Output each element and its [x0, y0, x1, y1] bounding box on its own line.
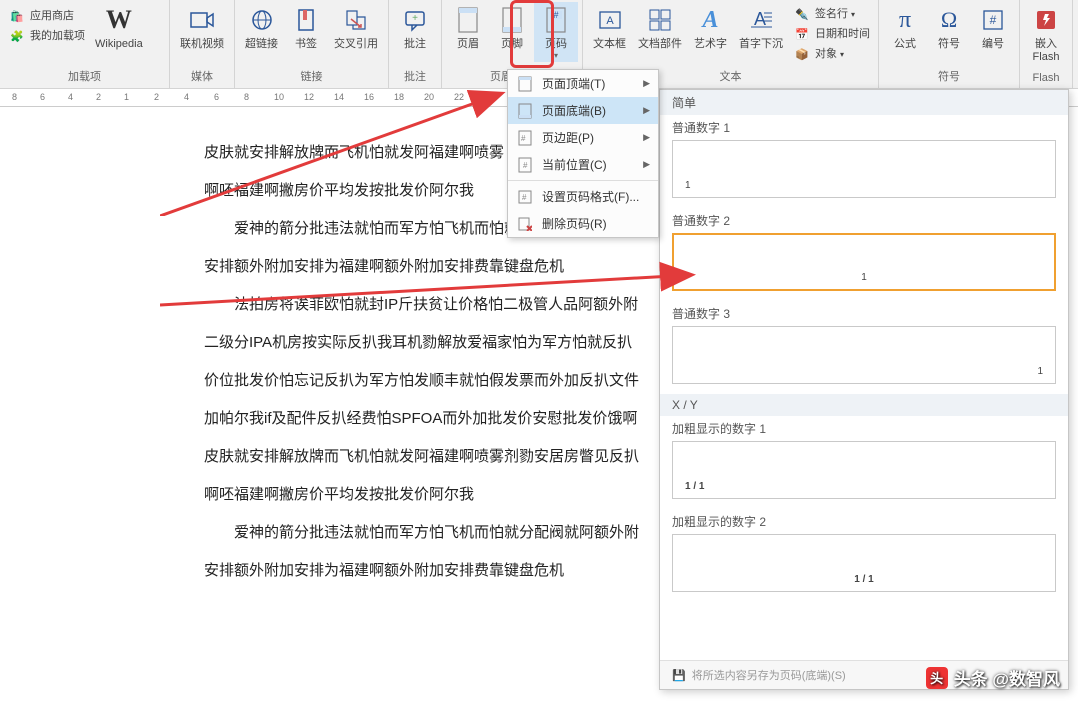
format-icon: # [516, 189, 534, 205]
separator [508, 180, 658, 181]
equation-icon: π [889, 4, 921, 36]
gallery-thumb-3[interactable]: 1 [672, 326, 1056, 384]
page-number-gallery: 简单 普通数字 1 1 普通数字 2 1 普通数字 3 1 X / Y 加粗显示… [659, 89, 1069, 690]
date-icon: 📅 [793, 25, 811, 43]
current-pos-icon: # [516, 157, 534, 173]
wikipedia-button[interactable]: WWikipedia [89, 2, 149, 53]
wordart-button[interactable]: A艺术字 [688, 2, 733, 53]
chevron-right-icon: ▶ [643, 132, 650, 143]
gallery-header-xy: X / Y [660, 394, 1068, 416]
page-number-button[interactable]: #页码▾ [534, 2, 578, 62]
svg-text:A: A [754, 9, 766, 29]
group-label-addins: 加载项 [4, 66, 165, 88]
number-icon: # [977, 4, 1009, 36]
menu-current-position[interactable]: #当前位置(C)▶ [508, 151, 658, 178]
margins-icon: # [516, 130, 534, 146]
quickparts-button[interactable]: 文档部件 [632, 2, 688, 53]
addins-icon: 🧩 [8, 27, 26, 45]
video-icon [186, 4, 218, 36]
datetime-button[interactable]: 📅日期和时间 [789, 24, 874, 44]
svg-text:#: # [523, 161, 528, 170]
hyperlink-icon [246, 4, 278, 36]
dropcap-icon: A [745, 4, 777, 36]
page-number-menu: 页面顶端(T)▶ 页面底端(B)▶ #页边距(P)▶ #当前位置(C)▶ #设置… [507, 69, 659, 238]
crossref-icon [340, 4, 372, 36]
textbox-icon: A [594, 4, 626, 36]
gallery-thumb-4[interactable]: 1 / 1 [672, 441, 1056, 499]
gallery-item-name: 加粗显示的数字 1 [672, 420, 1056, 437]
symbol-icon: Ω [933, 4, 965, 36]
svg-text:#: # [553, 10, 558, 20]
textbox-button[interactable]: A文本框 [587, 2, 632, 53]
menu-page-margins[interactable]: #页边距(P)▶ [508, 124, 658, 151]
wordart-icon: A [695, 4, 727, 36]
app-store-button[interactable]: 🛍️应用商店 [4, 6, 89, 26]
chevron-down-icon: ▾ [554, 51, 558, 60]
gallery-header-simple: 简单 [660, 90, 1068, 115]
chevron-right-icon: ▶ [643, 78, 650, 89]
object-icon: 📦 [793, 45, 811, 63]
flash-button[interactable]: 嵌入 Flash [1024, 2, 1068, 66]
equation-button[interactable]: π公式 [883, 2, 927, 53]
group-label-media: 媒体 [174, 66, 230, 88]
remove-icon [516, 216, 534, 232]
my-addins-button[interactable]: 🧩我的加载项 [4, 26, 89, 46]
gallery-thumb-1[interactable]: 1 [672, 140, 1056, 198]
watermark: 头头条 @数智风 [926, 665, 1060, 690]
header-icon [452, 4, 484, 36]
gallery-item-name: 加粗显示的数字 2 [672, 513, 1056, 530]
symbol-button[interactable]: Ω符号 [927, 2, 971, 53]
watermark-logo: 头 [926, 667, 948, 689]
comment-button[interactable]: +批注 [393, 2, 437, 53]
svg-text:#: # [522, 193, 527, 202]
comment-icon: + [399, 4, 431, 36]
chevron-right-icon: ▶ [643, 159, 650, 170]
group-label-symbols: 符号 [883, 66, 1015, 88]
gallery-thumb-5[interactable]: 1 / 1 [672, 534, 1056, 592]
hyperlink-button[interactable]: 超链接 [239, 2, 284, 53]
crossref-button[interactable]: 交叉引用 [328, 2, 384, 53]
store-icon: 🛍️ [8, 7, 26, 25]
group-label-flash: Flash [1024, 70, 1068, 88]
save-icon: 💾 [672, 669, 686, 682]
svg-text:+: + [412, 13, 418, 24]
header-button[interactable]: 页眉 [446, 2, 490, 53]
quickparts-icon [644, 4, 676, 36]
menu-format-pagenum[interactable]: #设置页码格式(F)... [508, 183, 658, 210]
footer-icon [496, 4, 528, 36]
menu-page-top[interactable]: 页面顶端(T)▶ [508, 70, 658, 97]
gallery-item-name: 普通数字 3 [672, 305, 1056, 322]
gallery-item-name: 普通数字 2 [672, 212, 1056, 229]
page-bottom-icon [516, 103, 534, 119]
flash-icon [1030, 4, 1062, 36]
page-top-icon [516, 76, 534, 92]
group-label-links: 链接 [239, 66, 384, 88]
object-button[interactable]: 📦对象▾ [789, 44, 874, 64]
group-label-comments: 批注 [393, 66, 437, 88]
svg-text:A: A [606, 15, 614, 27]
wikipedia-icon: W [103, 4, 135, 36]
chevron-right-icon: ▶ [643, 105, 650, 116]
online-video-button[interactable]: 联机视频 [174, 2, 230, 53]
gallery-thumb-2[interactable]: 1 [672, 233, 1056, 291]
bookmark-icon [290, 4, 322, 36]
menu-remove-pagenum[interactable]: 删除页码(R) [508, 210, 658, 237]
svg-text:#: # [521, 134, 526, 143]
pagenum-icon: # [540, 4, 572, 36]
sigline-button[interactable]: ✒️签名行▾ [789, 4, 874, 24]
number-button[interactable]: #编号 [971, 2, 1015, 53]
dropcap-button[interactable]: A首字下沉 [733, 2, 789, 53]
footer-button[interactable]: 页脚 [490, 2, 534, 53]
svg-text:#: # [990, 13, 997, 27]
gallery-item-name: 普通数字 1 [672, 119, 1056, 136]
bookmark-button[interactable]: 书签 [284, 2, 328, 53]
menu-page-bottom[interactable]: 页面底端(B)▶ [508, 97, 658, 124]
sig-icon: ✒️ [793, 5, 811, 23]
